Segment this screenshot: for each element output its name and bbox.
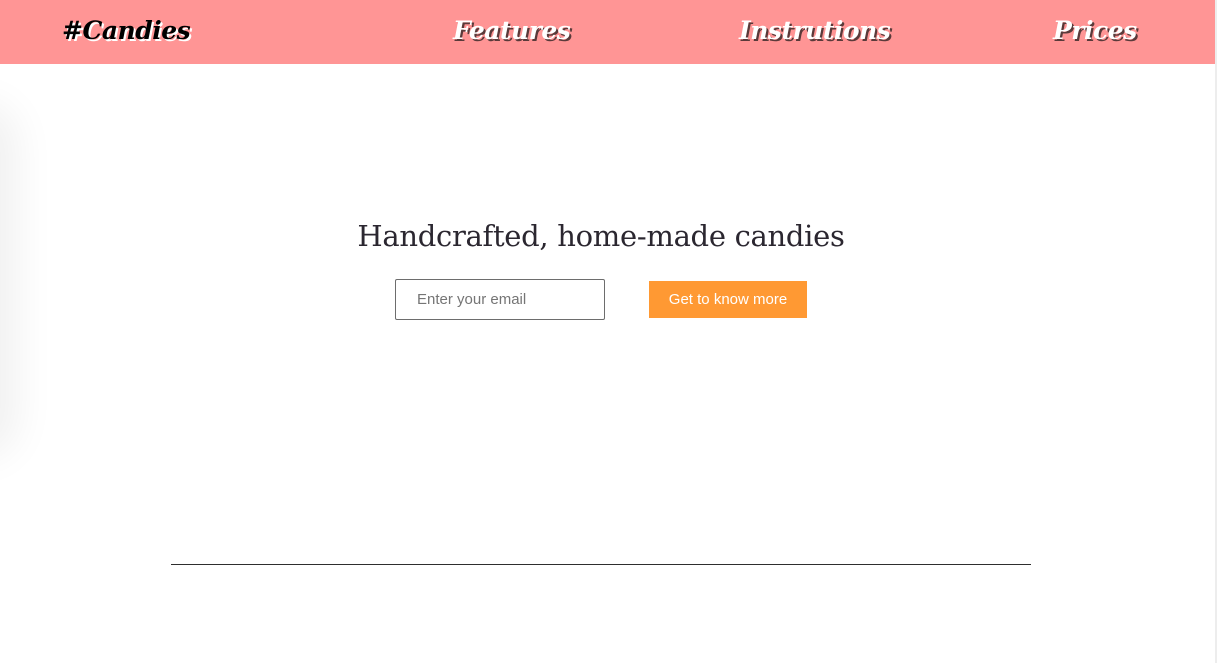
- nav-link-prices[interactable]: Prices: [1053, 13, 1137, 49]
- nav-link-instructions[interactable]: Instrutions: [739, 13, 891, 49]
- nav-link-features[interactable]: Features: [453, 13, 571, 49]
- email-input[interactable]: [395, 279, 605, 320]
- page: #Candies Features Instrutions Prices Han…: [0, 0, 1217, 663]
- brand-logo[interactable]: #Candies: [62, 13, 191, 49]
- section-divider: [171, 564, 1031, 565]
- hero-title: Handcrafted, home-made candies: [357, 219, 845, 253]
- top-navbar: #Candies Features Instrutions Prices: [0, 0, 1215, 64]
- get-to-know-more-button[interactable]: Get to know more: [649, 281, 807, 318]
